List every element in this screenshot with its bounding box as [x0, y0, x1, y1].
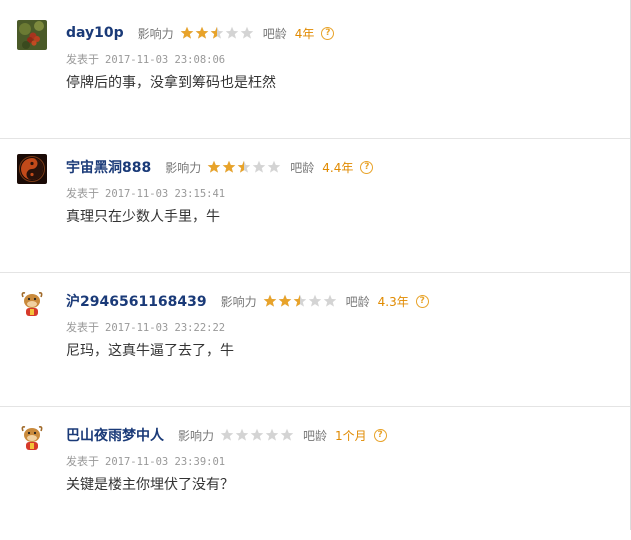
age-value: 1个月	[335, 428, 367, 443]
star-icon	[220, 428, 234, 441]
influence-label: 影响力	[220, 294, 257, 309]
influence-label: 影响力	[165, 160, 202, 175]
post-timestamp: 2017-11-03 23:22:22	[105, 322, 226, 334]
star-icon	[293, 294, 306, 307]
star-icon	[195, 26, 208, 39]
post-timestamp: 2017-11-03 23:39:01	[105, 456, 226, 468]
star-icon	[265, 428, 279, 441]
age-value: 4年	[294, 26, 315, 41]
comment-item: 巴山夜雨梦中人 影响力 吧龄 1个月 ? 发表于 2017-11-03 23:39…	[0, 406, 630, 540]
star-icon	[237, 160, 251, 173]
comment-text: 尼玛，这真牛逼了去了，牛	[66, 343, 234, 359]
help-icon[interactable]: ?	[415, 294, 429, 308]
star-icon	[235, 428, 249, 441]
posted-label: 发表于	[66, 321, 99, 334]
influence-stars	[263, 294, 338, 308]
yin-yang-avatar[interactable]	[17, 154, 47, 184]
comment-header: 巴山夜雨梦中人 影响力 吧龄 1个月 ?	[66, 424, 387, 446]
comment-header: 沪2946561168439 影响力 吧龄 4.3年 ?	[66, 290, 429, 312]
username-link[interactable]: day10p	[66, 25, 124, 41]
star-icon	[210, 26, 223, 39]
age-label: 吧龄	[290, 160, 315, 175]
star-icon	[308, 294, 321, 307]
post-timestamp: 2017-11-03 23:08:06	[105, 54, 226, 66]
comment-item: 沪2946561168439 影响力 吧龄 4.3年 ? 发表于 2017-11-…	[0, 272, 630, 406]
cartoon-bull-avatar[interactable]	[17, 422, 47, 452]
username-link[interactable]: 宇宙黑洞888	[66, 157, 151, 177]
influence-stars	[180, 26, 255, 40]
post-meta: 发表于 2017-11-03 23:08:06	[66, 51, 225, 67]
star-icon	[225, 26, 238, 39]
age-label: 吧龄	[345, 294, 370, 309]
star-icon	[278, 294, 291, 307]
comment-text: 停牌后的事，没拿到筹码也是枉然	[66, 75, 276, 91]
influence-label: 影响力	[178, 428, 215, 443]
comment-item: 宇宙黑洞888 影响力 吧龄 4.4年 ? 发表于 2017-11-03 23:1…	[0, 138, 630, 272]
age-value: 4.4年	[322, 160, 354, 175]
influence-stars	[207, 160, 282, 174]
post-meta: 发表于 2017-11-03 23:15:41	[66, 185, 225, 201]
post-meta: 发表于 2017-11-03 23:22:22	[66, 319, 225, 335]
star-icon	[180, 26, 193, 39]
username-link[interactable]: 沪2946561168439	[66, 291, 207, 311]
influence-label: 影响力	[137, 26, 174, 41]
comment-header: day10p 影响力 吧龄 4年 ?	[66, 22, 335, 44]
age-label: 吧龄	[303, 428, 328, 443]
post-meta: 发表于 2017-11-03 23:39:01	[66, 453, 225, 469]
comment-header: 宇宙黑洞888 影响力 吧龄 4.4年 ?	[66, 156, 374, 178]
star-icon	[267, 160, 281, 173]
star-icon	[252, 160, 266, 173]
influence-stars	[220, 428, 295, 442]
username-link[interactable]: 巴山夜雨梦中人	[66, 425, 164, 445]
help-icon[interactable]: ?	[360, 160, 374, 174]
star-icon	[280, 428, 294, 441]
star-icon	[240, 26, 253, 39]
age-label: 吧龄	[262, 26, 287, 41]
star-icon	[207, 160, 221, 173]
posted-label: 发表于	[66, 53, 99, 66]
age-value: 4.3年	[377, 294, 409, 309]
star-icon	[222, 160, 236, 173]
cartoon-bull-avatar[interactable]	[17, 288, 47, 318]
post-timestamp: 2017-11-03 23:15:41	[105, 188, 226, 200]
comment-text: 关键是楼主你埋伏了没有？	[66, 477, 234, 493]
star-icon	[323, 294, 336, 307]
grapes-photo-avatar[interactable]	[17, 20, 47, 50]
posted-label: 发表于	[66, 455, 99, 468]
posted-label: 发表于	[66, 187, 99, 200]
star-icon	[263, 294, 276, 307]
help-icon[interactable]: ?	[373, 428, 387, 442]
comment-item: day10p 影响力 吧龄 4年 ? 发表于 2017-11-03 23:08:0…	[0, 4, 630, 138]
star-icon	[250, 428, 264, 441]
help-icon[interactable]: ?	[321, 26, 335, 40]
comment-text: 真理只在少数人手里，牛	[66, 209, 220, 225]
